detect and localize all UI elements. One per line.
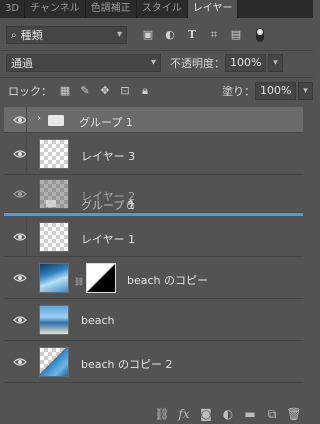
folder-icon bbox=[48, 115, 64, 126]
eye-icon[interactable] bbox=[13, 189, 27, 199]
fill-input[interactable]: 100% bbox=[255, 82, 296, 100]
layer-row[interactable]: beach bbox=[4, 299, 303, 341]
layers-bottom-bar: ⛓ fx ◙ ◐ ▬ ⧉ 🗑︎ bbox=[0, 404, 313, 424]
layer-row[interactable]: ⛓ beach のコピー bbox=[4, 257, 303, 299]
lock-position-icon[interactable]: ✥ bbox=[98, 84, 112, 98]
search-icon: ⌕ bbox=[11, 29, 17, 41]
layer-name[interactable]: beach のコピー 2 bbox=[81, 356, 173, 372]
layer-row[interactable]: beach のコピー 2 bbox=[4, 341, 303, 383]
layer-thumbnail bbox=[39, 263, 69, 293]
link-icon[interactable]: ⛓ bbox=[151, 407, 173, 421]
lock-label: ロック： bbox=[8, 85, 52, 98]
blend-mode-value: 通過 bbox=[11, 57, 33, 70]
opacity-input[interactable]: 100% bbox=[225, 54, 266, 72]
shape-filter-icon[interactable]: ⌗ bbox=[207, 28, 221, 42]
filter-kind-label: 種類 bbox=[20, 29, 43, 42]
blend-row: 通過 ▾ 不透明度： 100% ▾ bbox=[0, 53, 313, 73]
adjustment-filter-icon[interactable]: ◐ bbox=[163, 28, 177, 42]
layer-mask-thumbnail bbox=[86, 263, 116, 293]
tab-layers[interactable]: レイヤー bbox=[187, 0, 239, 18]
lock-all-icon[interactable]: 🔒︎ bbox=[138, 84, 152, 98]
filter-row: ⌕ 種類 ▾ ▣ ◐ T ⌗ ▤ bbox=[0, 25, 313, 45]
adjustment-icon[interactable]: ◐ bbox=[217, 407, 239, 421]
layer-row-group[interactable]: › グループ 1 bbox=[4, 107, 303, 133]
fill-slider-toggle[interactable]: ▾ bbox=[298, 82, 313, 100]
divider bbox=[26, 107, 27, 133]
image-filter-icon[interactable]: ▣ bbox=[141, 28, 155, 42]
layer-row-dragging[interactable]: レイヤー 2 bbox=[4, 175, 303, 213]
blend-mode-select[interactable]: 通過 ▾ bbox=[6, 54, 161, 72]
chevron-right-icon[interactable]: › bbox=[37, 113, 41, 124]
layer-name[interactable]: beach のコピー bbox=[127, 272, 208, 288]
eye-icon[interactable] bbox=[13, 115, 27, 125]
fill-label: 塗り： bbox=[222, 85, 255, 98]
mask-icon[interactable]: ◙ bbox=[195, 407, 217, 421]
new-group-icon[interactable]: ▬ bbox=[239, 407, 261, 421]
layer-name[interactable]: レイヤー 1 bbox=[81, 231, 135, 247]
layer-name[interactable]: レイヤー 3 bbox=[81, 148, 135, 164]
layer-thumbnail bbox=[39, 347, 69, 377]
layer-thumbnail bbox=[39, 139, 69, 169]
eye-icon[interactable] bbox=[13, 149, 27, 159]
layer-name[interactable]: beach bbox=[81, 314, 115, 327]
opacity-label: 不透明度： bbox=[170, 57, 225, 70]
layer-thumbnail bbox=[39, 222, 69, 252]
lock-paint-icon[interactable]: ✎ bbox=[78, 84, 92, 98]
panel-tabs: 3D チャンネル 色調補正 スタイル レイヤー bbox=[0, 0, 313, 18]
link-icon[interactable]: ⛓ bbox=[74, 277, 84, 286]
divider bbox=[0, 50, 313, 51]
tab-styles[interactable]: スタイル bbox=[137, 0, 188, 18]
lock-artboard-icon[interactable]: ⊡ bbox=[118, 84, 132, 98]
divider bbox=[26, 217, 27, 257]
trash-icon[interactable]: 🗑︎ bbox=[283, 407, 305, 421]
eye-icon[interactable] bbox=[13, 232, 27, 242]
tab-3d[interactable]: 3D bbox=[0, 0, 26, 18]
thumbnail-image bbox=[40, 348, 68, 376]
layer-row[interactable]: レイヤー 1 bbox=[4, 217, 303, 257]
divider bbox=[0, 77, 313, 78]
smart-object-filter-icon[interactable]: ▤ bbox=[229, 28, 243, 42]
folder-icon bbox=[46, 200, 56, 207]
chevron-down-icon: ▾ bbox=[150, 57, 156, 68]
new-layer-icon[interactable]: ⧉ bbox=[261, 407, 283, 422]
eye-icon[interactable] bbox=[13, 315, 27, 325]
divider bbox=[26, 133, 27, 175]
eye-icon[interactable] bbox=[13, 273, 27, 283]
chevron-down-icon: ▾ bbox=[116, 29, 122, 40]
layers-list: › グループ 1 レイヤー 3 レイヤー 2 グループ 1 ✋︎ レイヤー 1 … bbox=[4, 103, 303, 397]
lock-row: ロック： ▦ ✎ ✥ ⊡ 🔒︎ 塗り： 100% ▾ bbox=[0, 81, 313, 101]
tab-adjustments[interactable]: 色調補正 bbox=[86, 0, 137, 18]
drop-indicator bbox=[4, 213, 303, 216]
layer-thumbnail bbox=[39, 305, 69, 335]
fx-icon[interactable]: fx bbox=[173, 407, 195, 421]
drag-hand-cursor-icon: ✋︎ bbox=[127, 198, 135, 213]
eye-icon[interactable] bbox=[13, 357, 27, 367]
layer-name[interactable]: グループ 1 bbox=[79, 114, 133, 130]
lock-transparent-icon[interactable]: ▦ bbox=[58, 84, 72, 98]
tab-channels[interactable]: チャンネル bbox=[25, 0, 86, 18]
filter-kind-select[interactable]: ⌕ 種類 ▾ bbox=[6, 26, 127, 44]
type-filter-icon[interactable]: T bbox=[185, 28, 199, 42]
layer-row[interactable]: レイヤー 3 bbox=[4, 133, 303, 175]
opacity-slider-toggle[interactable]: ▾ bbox=[268, 54, 283, 72]
filter-toggle-icon[interactable] bbox=[253, 28, 267, 42]
